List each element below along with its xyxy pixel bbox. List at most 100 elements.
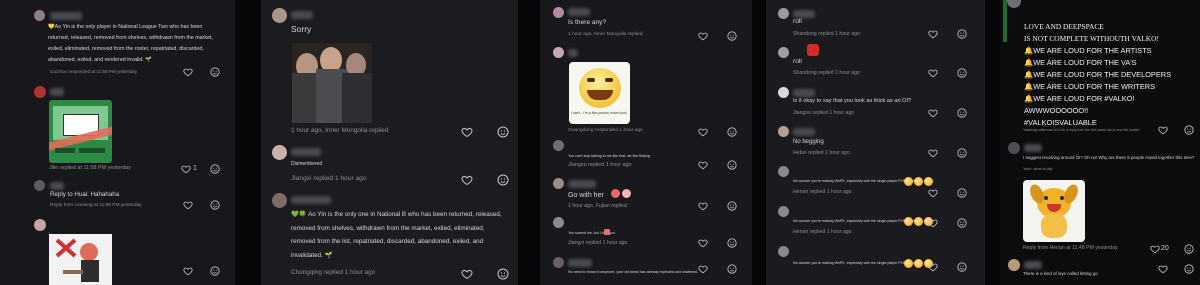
- comment-meta: Shandong replied 1 hour ago: [793, 31, 860, 37]
- comment-meta: Yesterday afternoon at 5:46, a reply fro…: [1023, 128, 1140, 132]
- comment-text: No begging: [793, 139, 824, 145]
- smiley-icon[interactable]: [957, 262, 967, 272]
- heart-icon[interactable]: [928, 218, 938, 228]
- avatar[interactable]: [553, 140, 564, 151]
- comment-text: Go with her: [568, 192, 604, 199]
- avatar[interactable]: [778, 246, 789, 257]
- smiley-icon[interactable]: [727, 264, 737, 274]
- sticker-emoji: [604, 229, 610, 235]
- comment-text: Reply to Huai: Hahahaha: [50, 191, 120, 198]
- heart-icon[interactable]: [928, 68, 938, 78]
- avatar[interactable]: [778, 206, 789, 217]
- heart-icon[interactable]: [183, 266, 193, 276]
- heart-icon[interactable]: [928, 148, 938, 158]
- heart-icon[interactable]: [698, 160, 708, 170]
- smiley-icon[interactable]: [957, 188, 967, 198]
- comment-subtext: Yeah, what is pity: [1023, 167, 1053, 171]
- avatar[interactable]: [553, 47, 564, 58]
- comment-text: No wonder you're making WePK, especially…: [793, 219, 916, 223]
- heart-icon[interactable]: [698, 201, 708, 211]
- post-line: 🔔WE ARE LOUD FOR THE VA'S: [1024, 58, 1137, 67]
- sticker-image[interactable]: I can't - I'm a five-person mixed you!: [569, 62, 630, 124]
- smiley-icon[interactable]: [210, 266, 220, 276]
- heart-icon[interactable]: [183, 200, 193, 210]
- smiley-icon[interactable]: [727, 127, 737, 137]
- comment-text: Dismembered: [291, 161, 323, 167]
- heart-icon[interactable]: [928, 262, 938, 272]
- avatar[interactable]: [778, 126, 789, 137]
- avatar[interactable]: [553, 178, 564, 189]
- comment-image[interactable]: [49, 234, 112, 285]
- avatar[interactable]: [553, 7, 564, 18]
- smiley-icon[interactable]: [727, 238, 737, 248]
- comment-meta: Reply from Liaoning at 11:58 PM yesterda…: [50, 203, 142, 208]
- heart-icon[interactable]: [181, 164, 191, 174]
- avatar[interactable]: [34, 180, 45, 191]
- heart-icon[interactable]: [698, 264, 708, 274]
- heart-icon[interactable]: [698, 31, 708, 41]
- heart-icon[interactable]: [928, 188, 938, 198]
- laugh-emoji: [904, 217, 913, 226]
- smiley-icon[interactable]: [1184, 125, 1194, 135]
- heart-icon[interactable]: [928, 108, 938, 118]
- smiley-icon[interactable]: [957, 29, 967, 39]
- heart-icon[interactable]: [461, 126, 473, 138]
- smiley-icon[interactable]: [210, 200, 220, 210]
- comment-text: roll: [793, 58, 802, 65]
- post-line: #VALKOISVALUABLE: [1024, 118, 1097, 127]
- smiley-icon[interactable]: [497, 174, 509, 186]
- heart-icon[interactable]: [1158, 125, 1168, 135]
- comment-meta: Henan replied 1 hour ago: [793, 229, 852, 235]
- comment-image[interactable]: [292, 43, 372, 123]
- smiley-icon[interactable]: [1184, 264, 1194, 274]
- smiley-icon[interactable]: [210, 164, 220, 174]
- smiley-icon[interactable]: [497, 268, 509, 280]
- avatar[interactable]: [272, 8, 287, 23]
- heart-icon[interactable]: [461, 268, 473, 280]
- heart-icon[interactable]: [1158, 264, 1168, 274]
- comment-image[interactable]: [49, 100, 112, 163]
- avatar[interactable]: [1008, 142, 1020, 154]
- dog-sticker-image[interactable]: [1023, 180, 1085, 242]
- heart-icon[interactable]: [698, 127, 708, 137]
- avatar[interactable]: [553, 257, 564, 268]
- smiley-icon[interactable]: [497, 126, 509, 138]
- avatar[interactable]: [272, 193, 287, 208]
- smiley-icon[interactable]: [727, 31, 737, 41]
- avatar[interactable]: [1007, 0, 1021, 8]
- username-blurred: [291, 148, 321, 156]
- smiley-icon[interactable]: [957, 218, 967, 228]
- smiley-icon[interactable]: [957, 148, 967, 158]
- smiley-icon[interactable]: [727, 160, 737, 170]
- username-blurred: [568, 49, 578, 57]
- smiley-icon[interactable]: [1184, 244, 1194, 254]
- avatar[interactable]: [553, 217, 564, 228]
- green-accent: [1003, 0, 1007, 42]
- smiley-icon[interactable]: [957, 108, 967, 118]
- avatar[interactable]: [34, 86, 46, 98]
- heart-icon[interactable]: [461, 174, 473, 186]
- smiley-icon[interactable]: [957, 68, 967, 78]
- username-blurred: [1024, 261, 1042, 269]
- avatar[interactable]: [778, 87, 789, 98]
- smiley-icon[interactable]: [210, 67, 220, 77]
- heart-icon[interactable]: [928, 29, 938, 39]
- comment-text: I suggest revolving around OI? Oh no! Wh…: [1023, 155, 1195, 160]
- avatar[interactable]: [34, 10, 45, 21]
- avatar[interactable]: [778, 8, 789, 19]
- avatar[interactable]: [778, 166, 789, 177]
- laugh-emoji: [914, 177, 923, 186]
- heart-icon[interactable]: [1150, 244, 1160, 254]
- laugh-emoji: [914, 259, 923, 268]
- avatar[interactable]: [1008, 259, 1020, 271]
- post-line: 🔔WE ARE LOUD FOR THE DEVELOPERS: [1024, 70, 1172, 79]
- heart-icon[interactable]: [183, 67, 193, 77]
- smiley-icon[interactable]: [727, 201, 737, 211]
- avatar[interactable]: [778, 47, 789, 58]
- heart-icon[interactable]: [698, 238, 708, 248]
- comment-meta: Shandong replied 1 hour ago: [793, 70, 860, 76]
- red-sticker: [807, 44, 819, 56]
- avatar[interactable]: [272, 145, 287, 160]
- avatar[interactable]: [34, 219, 46, 231]
- username-blurred: [1024, 144, 1042, 152]
